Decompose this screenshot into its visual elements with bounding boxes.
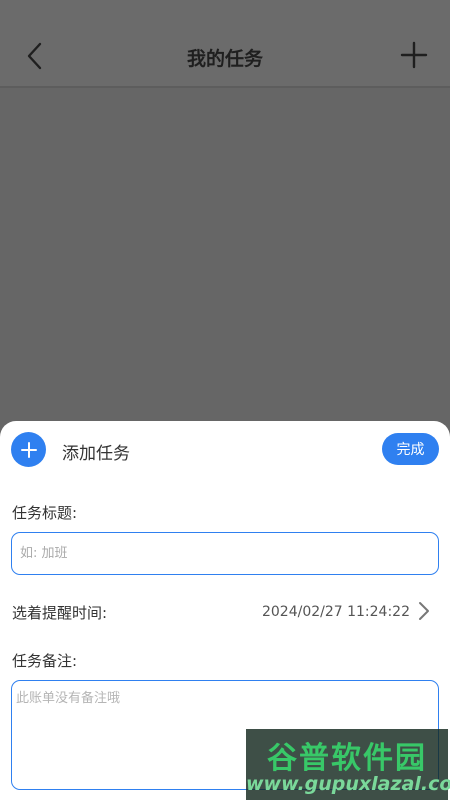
reminder-time-value[interactable]: 2024/02/27 11:24:22	[262, 604, 410, 620]
add-task-icon[interactable]	[400, 41, 428, 69]
reminder-time-label: 选着提醒时间:	[12, 604, 108, 622]
done-button[interactable]: 完成	[382, 433, 439, 465]
page-title: 我的任务	[186, 48, 263, 70]
watermark-main-text: 谷普软件园	[267, 741, 427, 776]
task-title-label: 任务标题:	[12, 504, 78, 522]
app-header: 我的任务	[0, 0, 450, 88]
screen: 我的任务 添加任务 完成 任务标题: 选着提醒时间: 2024/02/27 11…	[0, 0, 450, 800]
sheet-add-button[interactable]	[11, 432, 46, 467]
task-note-label: 任务备注:	[12, 652, 78, 670]
sheet-title: 添加任务	[62, 444, 130, 464]
watermark-url-text: www.gupuxlazal.com	[246, 773, 450, 795]
plus-circle-icon	[20, 441, 37, 458]
task-title-input[interactable]	[11, 532, 439, 575]
watermark-logo: 谷普软件园 www.gupuxlazal.com	[246, 729, 450, 800]
chevron-right-icon[interactable]	[418, 601, 430, 621]
